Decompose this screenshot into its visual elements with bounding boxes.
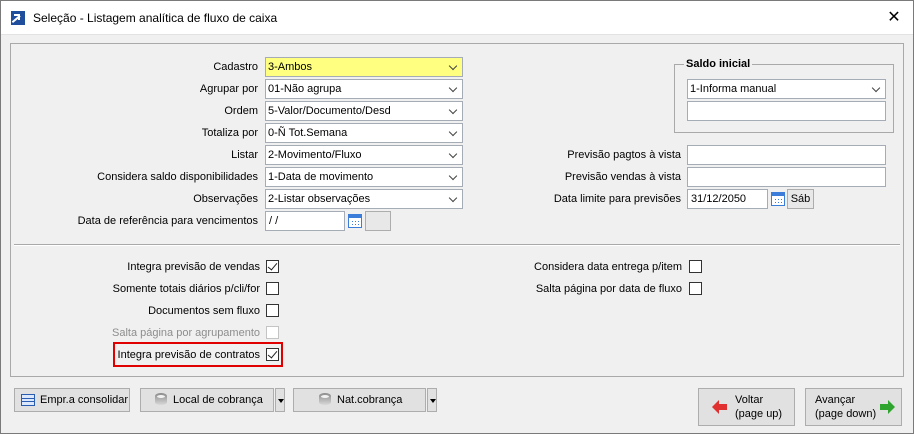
data-ref-label: Data de referência para vencimentos — [77, 215, 258, 227]
chevron-down-icon — [868, 80, 885, 98]
chevron-down-icon — [445, 102, 462, 120]
saldo-disp-value: 1-Data de movimento — [268, 171, 374, 183]
totaliza-label: Totaliza por — [201, 127, 258, 139]
data-limite-value: 31/12/2050 — [691, 193, 747, 205]
nat-cobranca-dropdown[interactable] — [427, 388, 437, 412]
data-ref-input[interactable]: / / — [265, 211, 345, 231]
salta-fluxo-checkbox[interactable] — [689, 282, 702, 295]
previsao-pagtos-label: Previsão pagtos à vista — [567, 149, 681, 161]
salta-fluxo-label: Salta página por data de fluxo — [535, 283, 682, 295]
chevron-down-icon — [445, 58, 462, 76]
ordem-label: Ordem — [224, 105, 258, 117]
saldo-inicial-input[interactable] — [687, 101, 886, 121]
chevron-down-icon — [445, 80, 462, 98]
avancar-shortcut: (page down) — [815, 408, 877, 420]
saldo-inicial-select[interactable]: 1-Informa manual — [687, 79, 886, 99]
window-title: Seleção - Listagem analítica de fluxo de… — [33, 11, 278, 25]
database-icon — [318, 393, 332, 407]
database-icon — [154, 393, 168, 407]
integra-vendas-checkbox[interactable] — [266, 260, 279, 273]
local-cobranca-dropdown[interactable] — [275, 388, 285, 412]
listar-select[interactable]: 2-Movimento/Fluxo — [265, 145, 463, 165]
agrupar-select[interactable]: 01-Não agrupa — [265, 79, 463, 99]
close-button[interactable]: ✕ — [881, 6, 907, 30]
ordem-select[interactable]: 5-Valor/Documento/Desd — [265, 101, 463, 121]
nat-cobranca-button[interactable]: Nat.cobrança — [293, 388, 426, 412]
data-limite-input[interactable]: 31/12/2050 — [687, 189, 768, 209]
somente-totais-label: Somente totais diários p/cli/for — [112, 283, 260, 295]
data-limite-label: Data limite para previsões — [553, 193, 681, 205]
cadastro-label: Cadastro — [213, 61, 258, 73]
voltar-label: Voltar — [735, 394, 764, 406]
observacoes-select[interactable]: 2-Listar observações — [265, 189, 463, 209]
considera-entrega-label: Considera data entrega p/item — [534, 261, 682, 273]
avancar-label: Avançar — [815, 394, 856, 406]
data-ref-day-button[interactable] — [365, 211, 391, 231]
previsao-pagtos-input[interactable] — [687, 145, 886, 165]
chart-app-icon — [11, 11, 25, 25]
title-bar: Seleção - Listagem analítica de fluxo de… — [1, 1, 913, 35]
docs-sem-fluxo-checkbox[interactable] — [266, 304, 279, 317]
empr-consolidar-label: Empr.a consolidar — [40, 394, 129, 406]
data-ref-value: / / — [269, 215, 279, 227]
totaliza-value: 0-Ñ Tot.Semana — [268, 127, 348, 139]
data-limite-day-button[interactable]: Sáb — [787, 189, 814, 209]
calendar-icon[interactable] — [771, 192, 785, 206]
highlight-box — [113, 342, 283, 367]
dialog-window: Seleção - Listagem analítica de fluxo de… — [0, 0, 914, 434]
local-cobranca-label: Local de cobrança — [173, 394, 263, 406]
observacoes-label: Observações — [193, 193, 258, 205]
avancar-button[interactable]: Avançar (page down) — [805, 388, 902, 426]
somente-totais-checkbox[interactable] — [266, 282, 279, 295]
integra-vendas-label: Integra previsão de vendas — [127, 261, 260, 273]
grid-icon — [21, 394, 35, 406]
ordem-value: 5-Valor/Documento/Desd — [268, 105, 391, 117]
chevron-down-icon — [445, 168, 462, 186]
calendar-icon[interactable] — [348, 214, 362, 228]
local-cobranca-button[interactable]: Local de cobrança — [140, 388, 274, 412]
considera-entrega-checkbox[interactable] — [689, 260, 702, 273]
agrupar-value: 01-Não agrupa — [268, 83, 342, 95]
cadastro-value: 3-Ambos — [268, 61, 313, 73]
chevron-down-icon — [445, 146, 462, 164]
chevron-down-icon — [445, 190, 462, 208]
empr-consolidar-button[interactable]: Empr.a consolidar — [14, 388, 130, 412]
separator — [14, 244, 900, 246]
previsao-vendas-input[interactable] — [687, 167, 886, 187]
chevron-down-icon — [445, 124, 462, 142]
nat-cobranca-label: Nat.cobrança — [337, 394, 403, 406]
totaliza-select[interactable]: 0-Ñ Tot.Semana — [265, 123, 463, 143]
previsao-vendas-label: Previsão vendas à vista — [564, 171, 681, 183]
salta-agrup-label: Salta página por agrupamento — [112, 327, 260, 339]
agrupar-label: Agrupar por — [199, 83, 258, 95]
observacoes-value: 2-Listar observações — [268, 193, 371, 205]
cadastro-select[interactable]: 3-Ambos — [265, 57, 463, 77]
voltar-shortcut: (page up) — [735, 408, 783, 420]
arrow-left-icon — [712, 400, 728, 414]
saldo-inicial-title: Saldo inicial — [684, 58, 753, 70]
docs-sem-fluxo-label: Documentos sem fluxo — [148, 305, 260, 317]
saldo-inicial-value: 1-Informa manual — [690, 83, 777, 95]
voltar-button[interactable]: Voltar (page up) — [698, 388, 795, 426]
arrow-right-icon — [879, 400, 895, 414]
listar-label: Listar — [231, 149, 258, 161]
salta-agrup-checkbox — [266, 326, 279, 339]
listar-value: 2-Movimento/Fluxo — [268, 149, 362, 161]
saldo-disp-label: Considera saldo disponibilidades — [97, 171, 258, 183]
saldo-disp-select[interactable]: 1-Data de movimento — [265, 167, 463, 187]
